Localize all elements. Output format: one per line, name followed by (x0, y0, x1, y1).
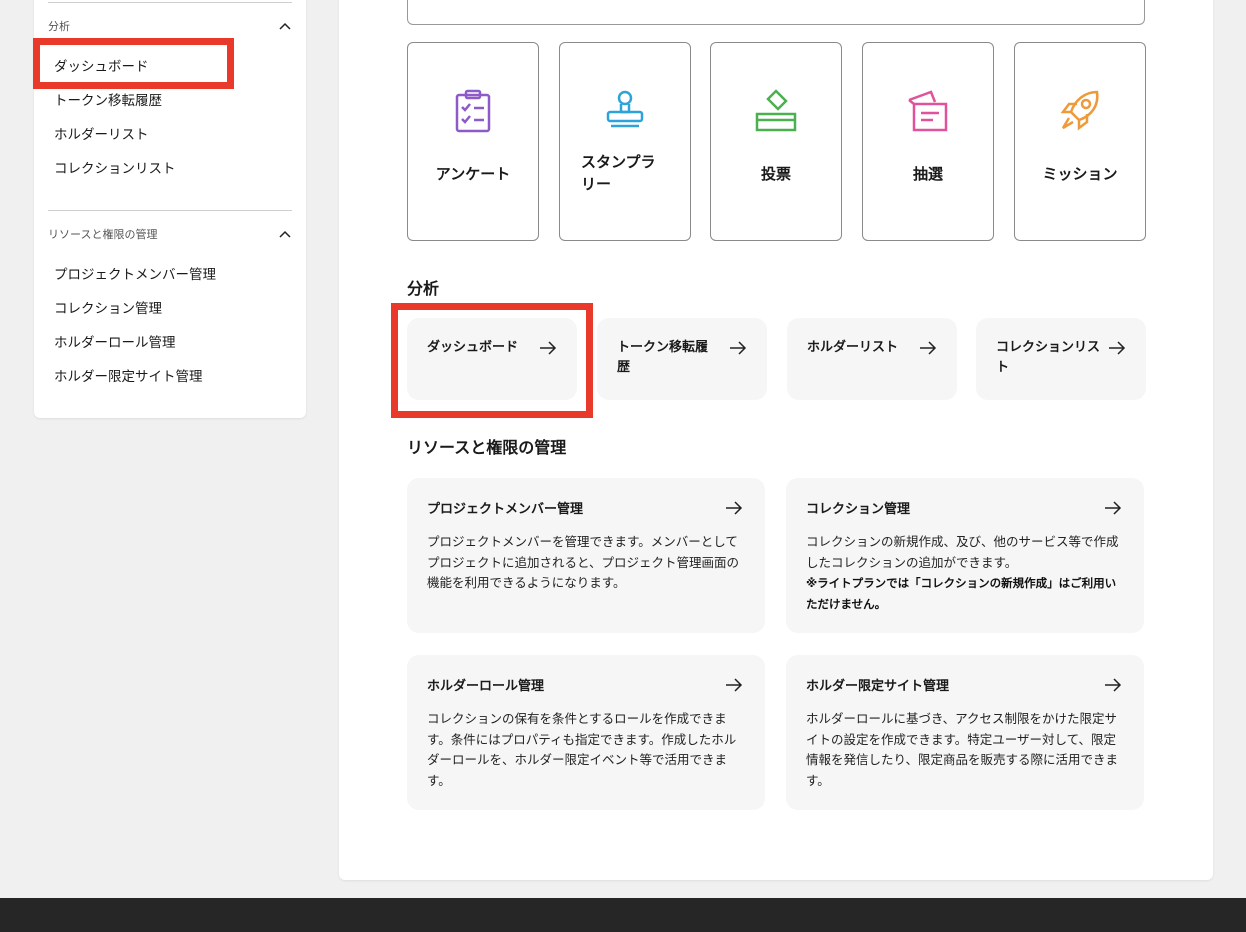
analysis-section-title: 分析 (407, 279, 440, 298)
resource-card-description: コレクションの新規作成、及び、他のサービス等で作成したコレクションの追加ができま… (806, 532, 1124, 614)
sidebar-item-token-transfer-history[interactable]: トークン移転履歴 (54, 89, 162, 109)
feature-card-label: 抽選 (912, 165, 943, 183)
resource-card-holder-role-management[interactable]: ホルダーロール管理 コレクションの保有を条件とするロールを作成できます。条件には… (407, 655, 765, 810)
resources-section-title: リソースと権限の管理 (407, 438, 567, 457)
arrow-right-icon (726, 501, 743, 515)
resource-card-description-text: コレクションの新規作成、及び、他のサービス等で作成したコレクションの追加ができま… (806, 534, 1119, 570)
resource-card-holder-site-management[interactable]: ホルダー限定サイト管理 ホルダーロールに基づき、アクセス制限をかけた限定サイトの… (786, 655, 1144, 810)
sidebar-section-analysis-heading: 分析 (48, 20, 70, 33)
feature-card-label: 投票 (760, 165, 791, 183)
feature-card-label-line: リー (581, 175, 612, 193)
feature-card-survey[interactable]: アンケート (407, 42, 539, 241)
feature-card-label: アンケート (435, 165, 511, 183)
feature-card-lottery[interactable]: 抽選 (862, 42, 994, 241)
arrow-right-icon (1109, 341, 1126, 355)
feature-card-stamp-rally[interactable]: スタンプラ リー (559, 42, 691, 241)
analysis-card-token-transfer-history[interactable]: トークン移転履 歴 (597, 318, 767, 400)
resource-card-title: コレクション管理 (806, 502, 911, 517)
sidebar-section-resources-heading: リソースと権限の管理 (48, 228, 158, 241)
feature-card-label: ミッション (1042, 165, 1118, 183)
resource-card-description: ホルダーロールに基づき、アクセス制限をかけた限定サイトの設定を作成できます。特定… (806, 711, 1119, 788)
rocket-icon (1060, 90, 1099, 131)
resource-card-title: ホルダー限定サイト管理 (806, 679, 950, 694)
analysis-card-label: トークン移転履 歴 (617, 338, 727, 378)
resource-card-title: プロジェクトメンバー管理 (427, 502, 584, 517)
stamp-icon (606, 90, 644, 128)
feature-card-vote[interactable]: 投票 (710, 42, 842, 241)
resource-card-collection-management[interactable]: コレクション管理 コレクションの新規作成、及び、他のサービス等で作成したコレクシ… (786, 478, 1144, 633)
resource-card-description: プロジェクトメンバーを管理できます。メンバーとしてプロジェクトに追加されると、プ… (427, 534, 740, 590)
ballot-box-icon (755, 89, 797, 132)
chevron-up-icon[interactable] (278, 19, 292, 33)
sidebar-item-project-members[interactable]: プロジェクトメンバー管理 (54, 263, 216, 283)
sidebar-section-analysis[interactable]: 分析 (48, 18, 292, 34)
feature-card-label: スタンプラ リー (560, 151, 690, 195)
main-panel: アンケート スタンプラ リー 投票 抽選 ミッション 分析 ダッシュボード トー… (339, 0, 1213, 880)
analysis-card-label-line: コレクションリス (996, 340, 1101, 355)
highlight-annotation (33, 38, 234, 89)
feature-card-mission[interactable]: ミッション (1014, 42, 1146, 241)
resource-card-description: コレクションの保有を条件とするロールを作成できます。条件にはプロパティも指定でき… (427, 711, 737, 788)
feature-card-label-line: スタンプラ (581, 153, 656, 171)
sidebar-item-holder-role-management[interactable]: ホルダーロール管理 (54, 331, 176, 351)
highlight-annotation (391, 303, 593, 418)
analysis-card-label-line: ト (996, 360, 1010, 375)
top-card-partial (407, 0, 1145, 25)
resource-card-project-members[interactable]: プロジェクトメンバー管理 プロジェクトメンバーを管理できます。メンバーとしてプロ… (407, 478, 765, 633)
sidebar-section-resources[interactable]: リソースと権限の管理 (48, 226, 292, 242)
resource-card-note: ※ライトプランでは「コレクションの新規作成」はご利用いただけません。 (806, 576, 1117, 611)
arrow-right-icon (1105, 678, 1122, 692)
arrow-right-icon (920, 341, 937, 355)
analysis-card-holder-list[interactable]: ホルダーリスト (787, 318, 957, 400)
analysis-card-label: ホルダーリスト (807, 340, 899, 355)
arrow-right-icon (730, 341, 747, 355)
arrow-right-icon (726, 678, 743, 692)
sidebar-item-holder-site-management[interactable]: ホルダー限定サイト管理 (54, 365, 203, 385)
sidebar-item-holder-list[interactable]: ホルダーリスト (54, 123, 149, 143)
lottery-box-icon (908, 90, 948, 132)
footer-bar (0, 898, 1246, 932)
sidebar-item-collection-list[interactable]: コレクションリスト (54, 157, 176, 177)
survey-clipboard-icon (455, 89, 491, 133)
sidebar-divider (48, 2, 292, 3)
chevron-up-icon[interactable] (278, 227, 292, 241)
analysis-card-label: コレクションリス ト (996, 338, 1121, 378)
sidebar-item-collection-management[interactable]: コレクション管理 (54, 297, 162, 317)
analysis-card-label-line: トークン移転履 (617, 340, 709, 355)
analysis-card-collection-list[interactable]: コレクションリス ト (976, 318, 1146, 400)
analysis-card-label-line: 歴 (617, 360, 631, 375)
resource-card-title: ホルダーロール管理 (427, 679, 545, 694)
sidebar-divider (48, 210, 292, 211)
arrow-right-icon (1105, 501, 1122, 515)
